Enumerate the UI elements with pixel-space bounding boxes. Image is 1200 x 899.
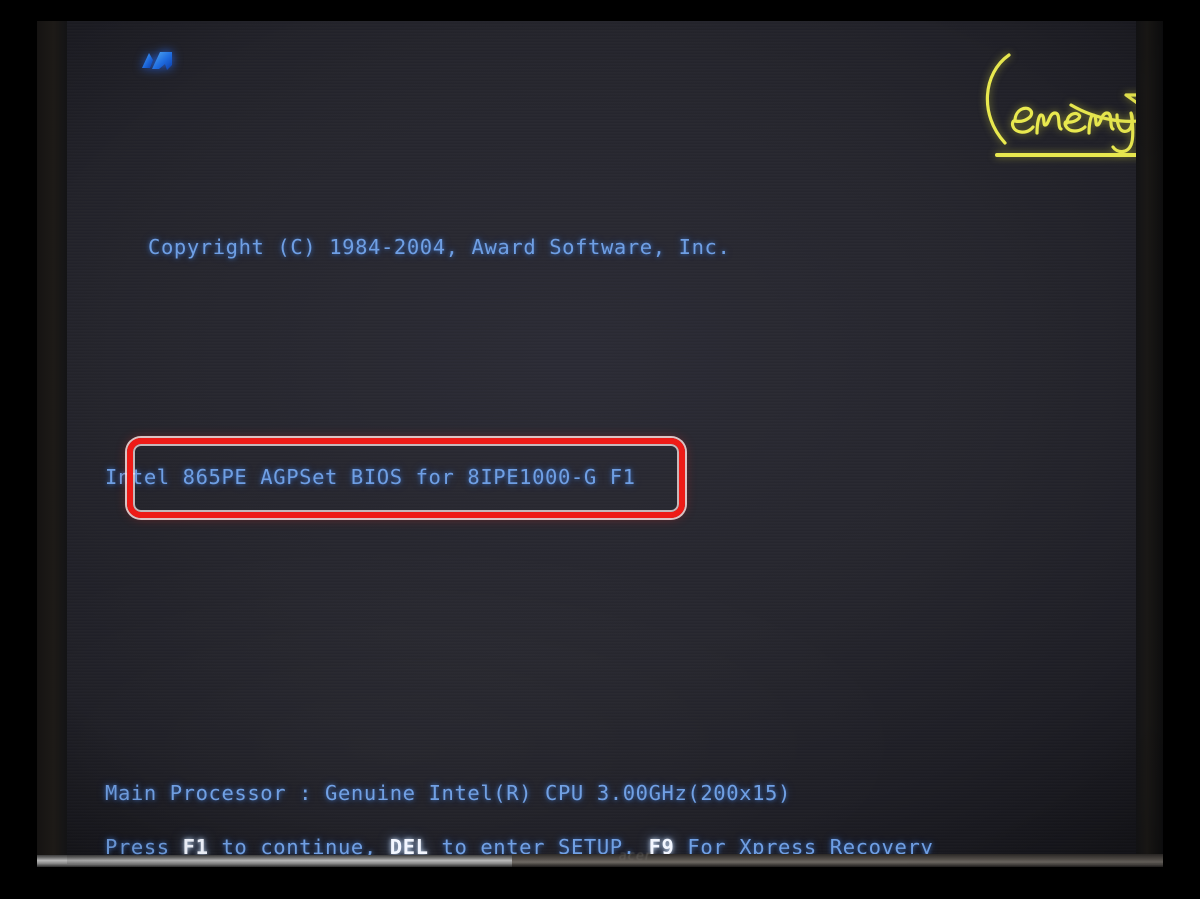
- energy-star-logo: [985, 53, 1163, 157]
- bios-version-line: Intel 865PE AGPSet BIOS for 8IPE1000-G F…: [105, 463, 1145, 492]
- monitor-brand-logo: acer: [618, 849, 652, 864]
- bios-version-text: Intel 865PE AGPSet BIOS for 8IPE1000-G F…: [105, 464, 636, 489]
- bios-post-screen: Copyright (C) 1984-2004, Award Software,…: [67, 21, 1163, 864]
- monitor-bezel-right: [1136, 21, 1163, 867]
- monitor-screen: Copyright (C) 1984-2004, Award Software,…: [37, 21, 1163, 867]
- award-logo-icon: [142, 52, 172, 70]
- photo-frame: Copyright (C) 1984-2004, Award Software,…: [0, 0, 1200, 899]
- copyright-line: Copyright (C) 1984-2004, Award Software,…: [105, 233, 1145, 262]
- copyright-text: Copyright (C) 1984-2004, Award Software,…: [148, 235, 731, 260]
- monitor-bezel-left: [37, 21, 67, 867]
